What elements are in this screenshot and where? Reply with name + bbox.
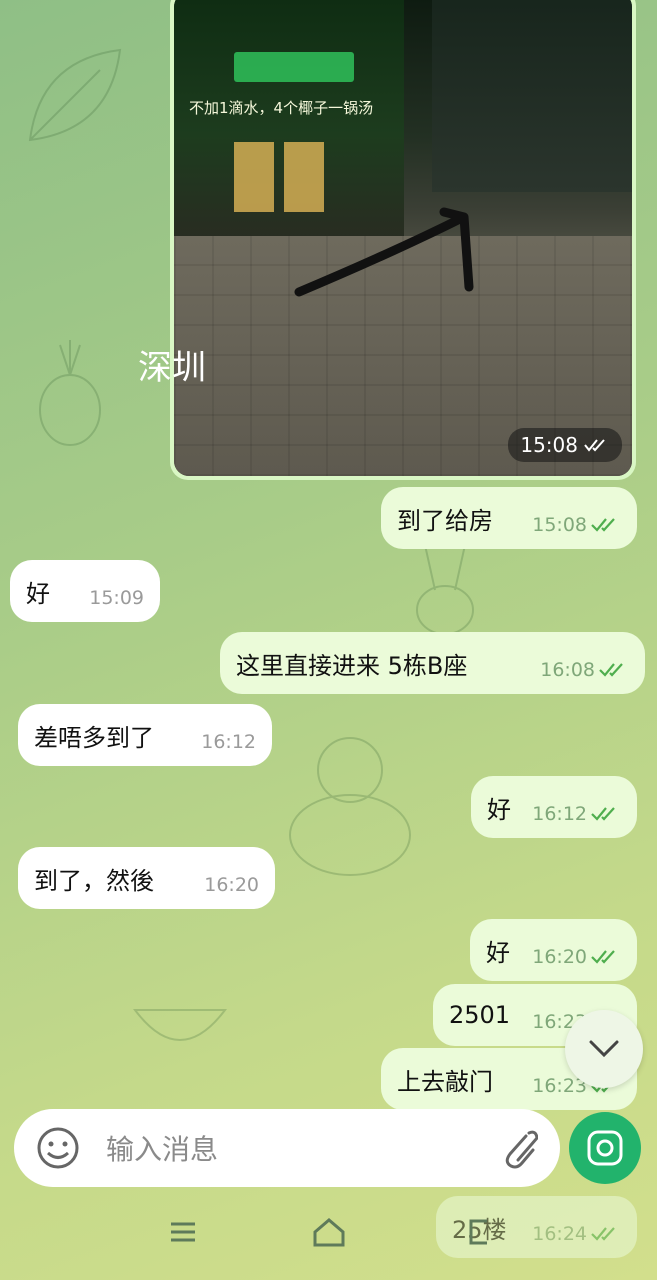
message-timestamp: 16:12 bbox=[532, 803, 621, 825]
double-check-icon bbox=[591, 518, 615, 532]
message-text: 好 bbox=[486, 938, 510, 967]
message-timestamp: 16:20 bbox=[204, 874, 259, 896]
double-check-icon bbox=[591, 950, 615, 964]
system-nav-bar bbox=[0, 1195, 657, 1280]
drawn-arrow bbox=[294, 207, 474, 297]
message-input-bar: 输入消息 bbox=[14, 1109, 560, 1187]
outgoing-message[interactable]: 到了给房 15:08 bbox=[381, 487, 637, 549]
menu-icon[interactable] bbox=[168, 1217, 198, 1247]
message-timestamp: 15:09 bbox=[89, 587, 144, 609]
shop-window bbox=[234, 142, 274, 212]
incoming-message[interactable]: 到了，然後 16:20 bbox=[18, 847, 275, 909]
message-timestamp: 16:08 bbox=[540, 659, 629, 681]
incoming-message[interactable]: 差唔多到了 16:12 bbox=[18, 704, 272, 766]
message-input[interactable]: 输入消息 bbox=[106, 1128, 498, 1168]
message-timestamp: 15:08 bbox=[532, 514, 621, 536]
camera-icon bbox=[587, 1130, 623, 1166]
double-check-icon bbox=[599, 663, 623, 677]
message-text: 好 bbox=[487, 795, 511, 824]
building-background bbox=[432, 0, 632, 192]
outgoing-message[interactable]: 这里直接进来 5栋B座 16:08 bbox=[220, 632, 645, 694]
shop-sign bbox=[234, 52, 354, 82]
scroll-down-button[interactable] bbox=[565, 1010, 643, 1088]
rabbit-doodle bbox=[416, 544, 474, 635]
chevron-down-icon bbox=[589, 1040, 619, 1058]
message-text: 这里直接进来 5栋B座 bbox=[236, 651, 468, 680]
leaf-doodle bbox=[28, 48, 122, 142]
message-timestamp: 16:20 bbox=[532, 946, 621, 968]
double-check-icon bbox=[591, 807, 615, 821]
message-text: 2501 bbox=[449, 1001, 511, 1029]
bear-doodle bbox=[289, 737, 411, 876]
paperclip-icon[interactable] bbox=[498, 1126, 538, 1170]
message-text: 差唔多到了 bbox=[34, 723, 154, 752]
outgoing-message[interactable]: 好 16:20 bbox=[470, 919, 637, 981]
message-text: 到了，然後 bbox=[34, 866, 154, 895]
outgoing-message[interactable]: 好 16:12 bbox=[471, 776, 637, 838]
pineapple-doodle bbox=[39, 340, 101, 446]
photo-timestamp: 15:08 bbox=[508, 428, 622, 462]
incoming-message[interactable]: 好 15:09 bbox=[10, 560, 160, 622]
back-icon[interactable] bbox=[463, 1217, 493, 1247]
message-timestamp: 16:12 bbox=[201, 731, 256, 753]
home-icon[interactable] bbox=[312, 1217, 346, 1247]
message-text: 上去敲门 bbox=[397, 1067, 493, 1096]
double-check-icon bbox=[584, 439, 605, 452]
emoji-icon[interactable] bbox=[36, 1126, 80, 1170]
shop-slogan: 不加1滴水，4个椰子一锅汤 bbox=[189, 99, 374, 117]
watermelon-doodle bbox=[132, 1009, 228, 1041]
city-label: 深圳 bbox=[138, 348, 206, 388]
photo-message[interactable]: 不加1滴水，4个椰子一锅汤 15:08 bbox=[170, 0, 636, 480]
camera-button[interactable] bbox=[569, 1112, 641, 1184]
message-text: 好 bbox=[26, 579, 50, 608]
message-text: 到了给房 bbox=[397, 506, 493, 535]
street-photo[interactable]: 不加1滴水，4个椰子一锅汤 15:08 bbox=[174, 0, 632, 476]
